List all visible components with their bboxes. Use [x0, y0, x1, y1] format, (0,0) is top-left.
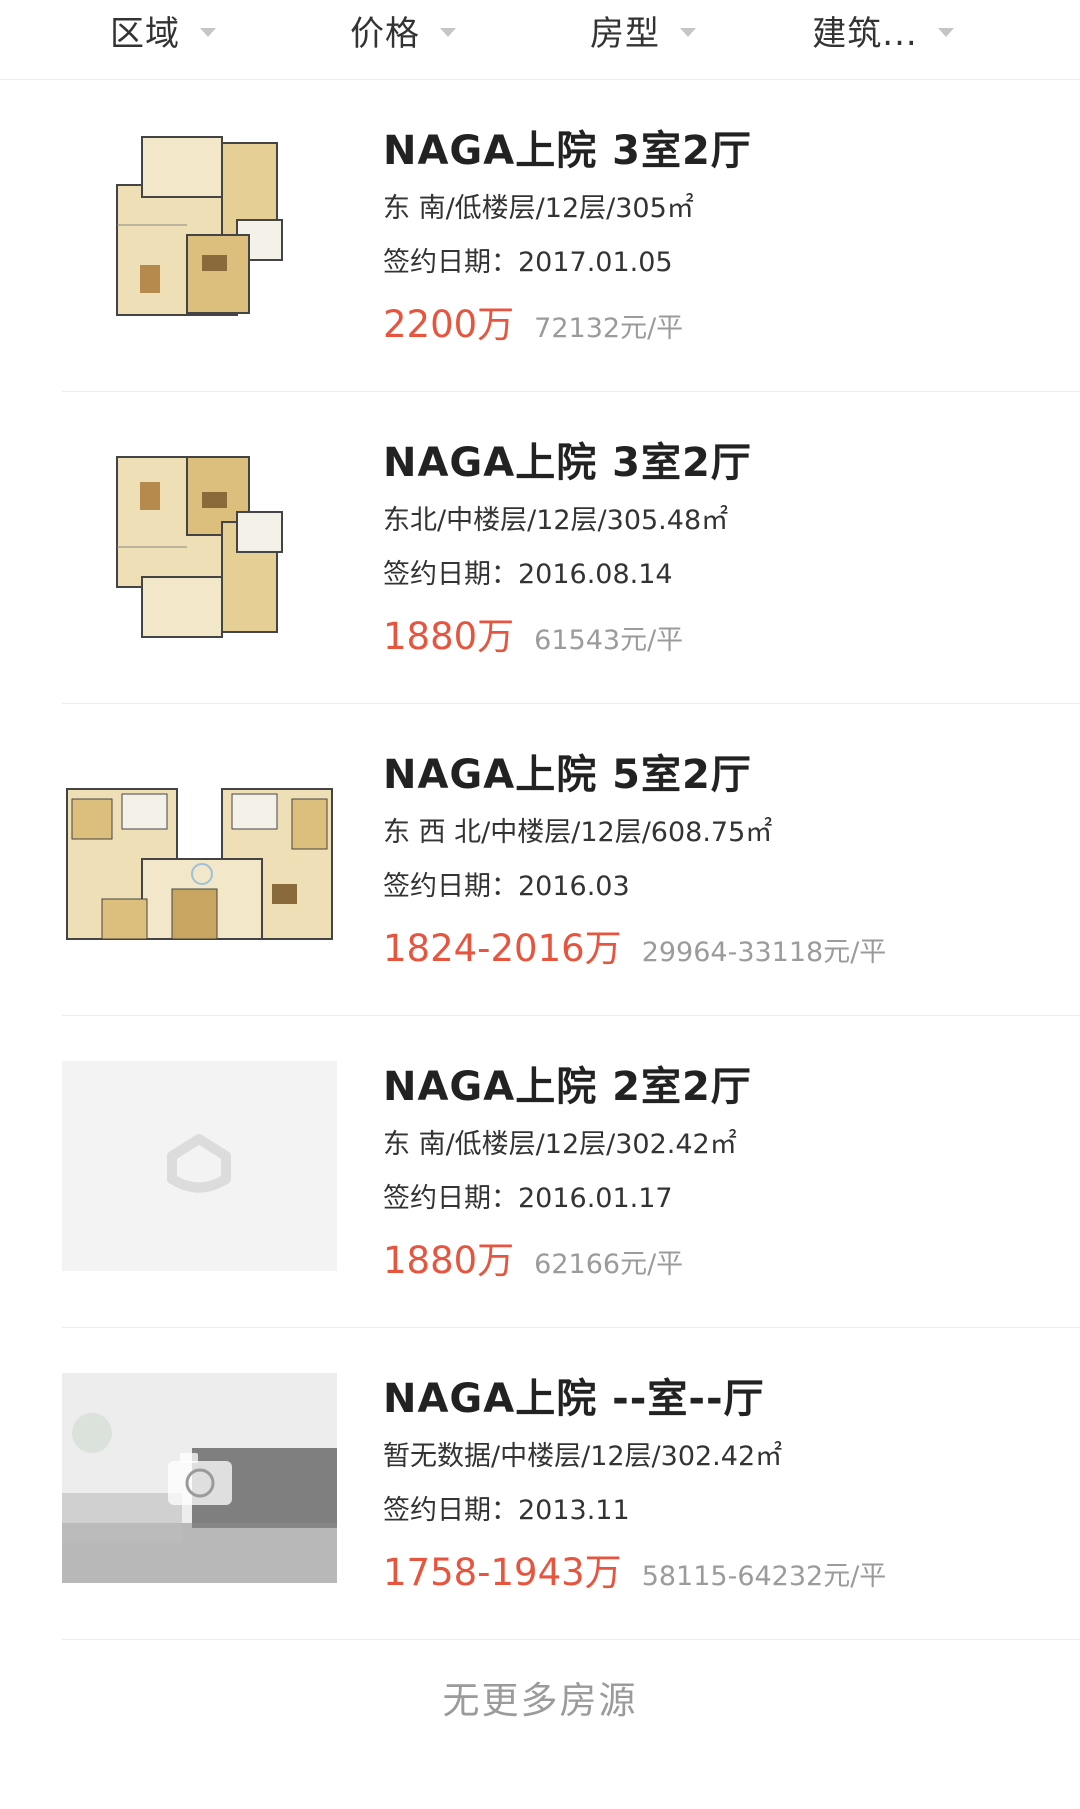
filter-building[interactable]: 建筑...	[763, 0, 1003, 60]
price-row: 1880万 61543元/平	[383, 606, 683, 660]
listing-title: NAGA上院 5室2厅	[383, 752, 752, 798]
list-item[interactable]: NAGA上院 3室2厅 东 南/低楼层/12层/305㎡ 签约日期：2017.0…	[0, 80, 1080, 392]
list-item[interactable]: NAGA上院 5室2厅 东 西 北/中楼层/12层/608.75㎡ 签约日期：2…	[0, 704, 1080, 1016]
floorplan-thumbnail	[62, 437, 337, 647]
listing-meta: 东 南/低楼层/12层/302.42㎡	[383, 1129, 737, 1160]
listing-meta: 东 西 北/中楼层/12层/608.75㎡	[383, 817, 773, 848]
price-row: 1758-1943万 58115-64232元/平	[383, 1542, 886, 1596]
image-placeholder	[62, 1061, 337, 1271]
list-item[interactable]: NAGA上院 2室2厅 东 南/低楼层/12层/302.42㎡ 签约日期：201…	[0, 1016, 1080, 1328]
list-item[interactable]: NAGA上院 --室--厅 暂无数据/中楼层/12层/302.42㎡ 签约日期：…	[0, 1328, 1080, 1640]
unit-price: 62166元/平	[534, 1249, 684, 1280]
filter-price[interactable]: 价格	[283, 0, 523, 60]
total-price: 1880万	[383, 1239, 515, 1282]
divider	[62, 1639, 1080, 1640]
filter-layout-label: 房型	[590, 13, 660, 54]
listing-title: NAGA上院 3室2厅	[383, 440, 752, 486]
listing-date: 签约日期：2016.08.14	[383, 559, 673, 590]
unit-price: 61543元/平	[534, 625, 684, 656]
house-logo-icon	[167, 1134, 231, 1193]
filter-bar: 区域 价格 房型 建筑...	[0, 0, 1080, 80]
listing-date: 签约日期：2013.11	[383, 1495, 630, 1526]
filter-region-label: 区域	[110, 13, 180, 54]
total-price: 1824-2016万	[383, 927, 622, 970]
listing-meta: 暂无数据/中楼层/12层/302.42㎡	[383, 1441, 783, 1472]
listing-title: NAGA上院 --室--厅	[383, 1376, 765, 1422]
price-row: 2200万 72132元/平	[383, 294, 683, 348]
price-row: 1880万 62166元/平	[383, 1230, 683, 1284]
chevron-down-icon	[937, 27, 954, 37]
floorplan-thumbnail	[62, 125, 337, 335]
chevron-down-icon	[440, 27, 456, 37]
no-more-listings: 无更多房源	[442, 1679, 638, 1722]
image-placeholder	[62, 1373, 337, 1583]
listing-meta: 东 南/低楼层/12层/305㎡	[383, 193, 694, 224]
unit-price: 72132元/平	[534, 313, 684, 344]
list-item[interactable]: NAGA上院 3室2厅 东北/中楼层/12层/305.48㎡ 签约日期：2016…	[0, 392, 1080, 704]
filter-region[interactable]: 区域	[43, 0, 283, 60]
filter-layout[interactable]: 房型	[523, 0, 763, 60]
chevron-down-icon	[680, 27, 696, 37]
floorplan-thumbnail	[62, 749, 337, 959]
total-price: 1880万	[383, 615, 515, 658]
unit-price: 58115-64232元/平	[641, 1561, 887, 1592]
filter-building-label: 建筑...	[812, 13, 918, 54]
price-row: 1824-2016万 29964-33118元/平	[383, 918, 886, 972]
listing-title: NAGA上院 3室2厅	[383, 128, 752, 174]
listing-date: 签约日期：2017.01.05	[383, 247, 673, 278]
listing-title: NAGA上院 2室2厅	[383, 1064, 752, 1110]
chevron-down-icon	[200, 27, 216, 37]
listing-date: 签约日期：2016.01.17	[383, 1183, 673, 1214]
total-price: 1758-1943万	[383, 1551, 622, 1594]
listing-date: 签约日期：2016.03	[383, 871, 630, 902]
total-price: 2200万	[383, 303, 515, 346]
filter-price-label: 价格	[350, 13, 420, 54]
unit-price: 29964-33118元/平	[641, 937, 887, 968]
listing-meta: 东北/中楼层/12层/305.48㎡	[383, 505, 729, 536]
